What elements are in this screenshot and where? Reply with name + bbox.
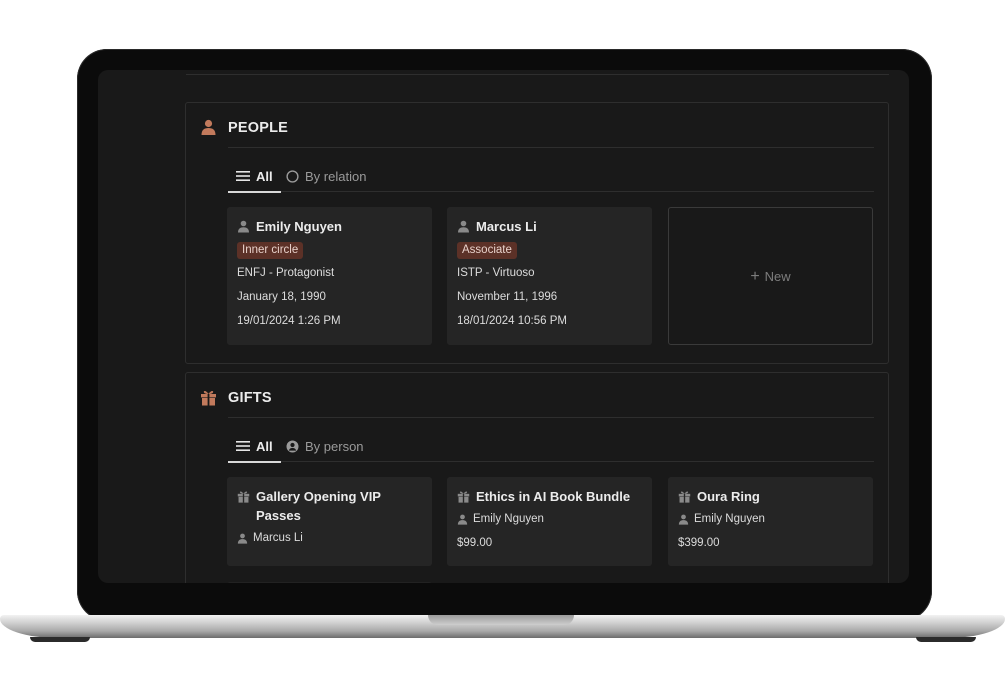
- gift-recipient: Emily Nguyen: [457, 513, 544, 525]
- people-section: PEOPLE All By relation Emily Nguyen Inne…: [185, 102, 889, 364]
- tab-by-relation[interactable]: By relation: [286, 161, 366, 192]
- people-view-tabs: All By relation: [228, 161, 874, 193]
- birthday: November 11, 1996: [457, 291, 558, 303]
- tab-label: By relation: [305, 169, 367, 184]
- gift-card[interactable]: [227, 582, 432, 583]
- recipient-name: Marcus Li: [253, 532, 303, 544]
- gift-card[interactable]: Ethics in AI Book Bundle Emily Nguyen $9…: [447, 477, 652, 566]
- person-icon: [201, 119, 216, 135]
- tab-label: By person: [305, 439, 364, 454]
- tab-label: All: [256, 168, 273, 184]
- gifts-title: GIFTS: [228, 389, 272, 406]
- recipient-name: Emily Nguyen: [473, 513, 544, 525]
- gift-price: $399.00: [678, 537, 720, 549]
- personality-type: ENFJ - Protagonist: [237, 267, 335, 279]
- card-title: Marcus Li: [457, 217, 647, 236]
- tab-all[interactable]: All: [228, 431, 281, 463]
- plus-icon: +: [750, 267, 760, 285]
- divider: [228, 417, 874, 418]
- gift-card[interactable]: Oura Ring Emily Nguyen $399.00: [668, 477, 873, 566]
- gift-title: Ethics in AI Book Bundle: [476, 489, 631, 504]
- personality-type: ISTP - Virtuoso: [457, 267, 535, 279]
- recipient-name: Emily Nguyen: [694, 513, 765, 525]
- list-icon: [236, 441, 250, 451]
- laptop-foot-right: [916, 637, 976, 642]
- gift-card[interactable]: Gallery Opening VIP Passes Marcus Li: [227, 477, 432, 566]
- card-title: Gallery Opening VIP Passes: [237, 487, 427, 525]
- gift-title: Gallery Opening VIP Passes: [256, 487, 381, 525]
- divider: [186, 74, 889, 75]
- card-title: Emily Nguyen: [237, 217, 427, 236]
- person-icon: [678, 514, 689, 525]
- person-card[interactable]: Emily Nguyen Inner circle ENFJ - Protago…: [227, 207, 432, 345]
- person-icon: [458, 220, 469, 233]
- gift-icon: [237, 491, 250, 503]
- divider: [228, 147, 874, 148]
- laptop-screen: PEOPLE All By relation Emily Nguyen Inne…: [98, 70, 909, 583]
- created-time: 19/01/2024 1:26 PM: [237, 315, 341, 327]
- card-title: Ethics in AI Book Bundle: [457, 487, 647, 506]
- gift-recipient: Marcus Li: [237, 532, 303, 544]
- gifts-header: GIFTS: [200, 389, 272, 406]
- created-time: 18/01/2024 10:56 PM: [457, 315, 567, 327]
- people-header: PEOPLE: [200, 119, 288, 136]
- gift-recipient: Emily Nguyen: [678, 513, 765, 525]
- person-icon: [238, 220, 249, 233]
- tab-by-person[interactable]: By person: [286, 431, 364, 462]
- laptop-foot-left: [30, 637, 90, 642]
- gift-price: $99.00: [457, 537, 493, 549]
- relation-tag: Associate: [457, 242, 517, 259]
- person-icon: [457, 514, 468, 525]
- person-icon: [237, 533, 248, 544]
- tab-all[interactable]: All: [228, 161, 281, 193]
- gift-icon: [201, 390, 216, 406]
- gift-icon: [678, 491, 691, 503]
- people-title: PEOPLE: [228, 119, 289, 136]
- circle-icon: [286, 170, 299, 183]
- gift-title-line: Passes: [256, 508, 301, 523]
- list-icon: [236, 171, 250, 181]
- laptop-notch: [428, 615, 574, 625]
- gifts-section: GIFTS All By person Gallery Opening VIP …: [185, 372, 889, 583]
- person-name: Marcus Li: [476, 219, 537, 234]
- gift-title: Oura Ring: [697, 489, 760, 504]
- gift-icon: [457, 491, 470, 503]
- new-card-button[interactable]: + New: [668, 207, 873, 345]
- card-title: Oura Ring: [678, 487, 868, 506]
- new-label: New: [764, 268, 791, 284]
- person-name: Emily Nguyen: [256, 219, 342, 234]
- tab-label: All: [256, 438, 273, 454]
- relation-tag: Inner circle: [237, 242, 304, 259]
- gift-title-line: Gallery Opening VIP: [256, 489, 381, 504]
- gifts-view-tabs: All By person: [228, 431, 874, 463]
- person-card[interactable]: Marcus Li Associate ISTP - Virtuoso Nove…: [447, 207, 652, 345]
- person-circle-icon: [286, 440, 299, 453]
- birthday: January 18, 1990: [237, 291, 326, 303]
